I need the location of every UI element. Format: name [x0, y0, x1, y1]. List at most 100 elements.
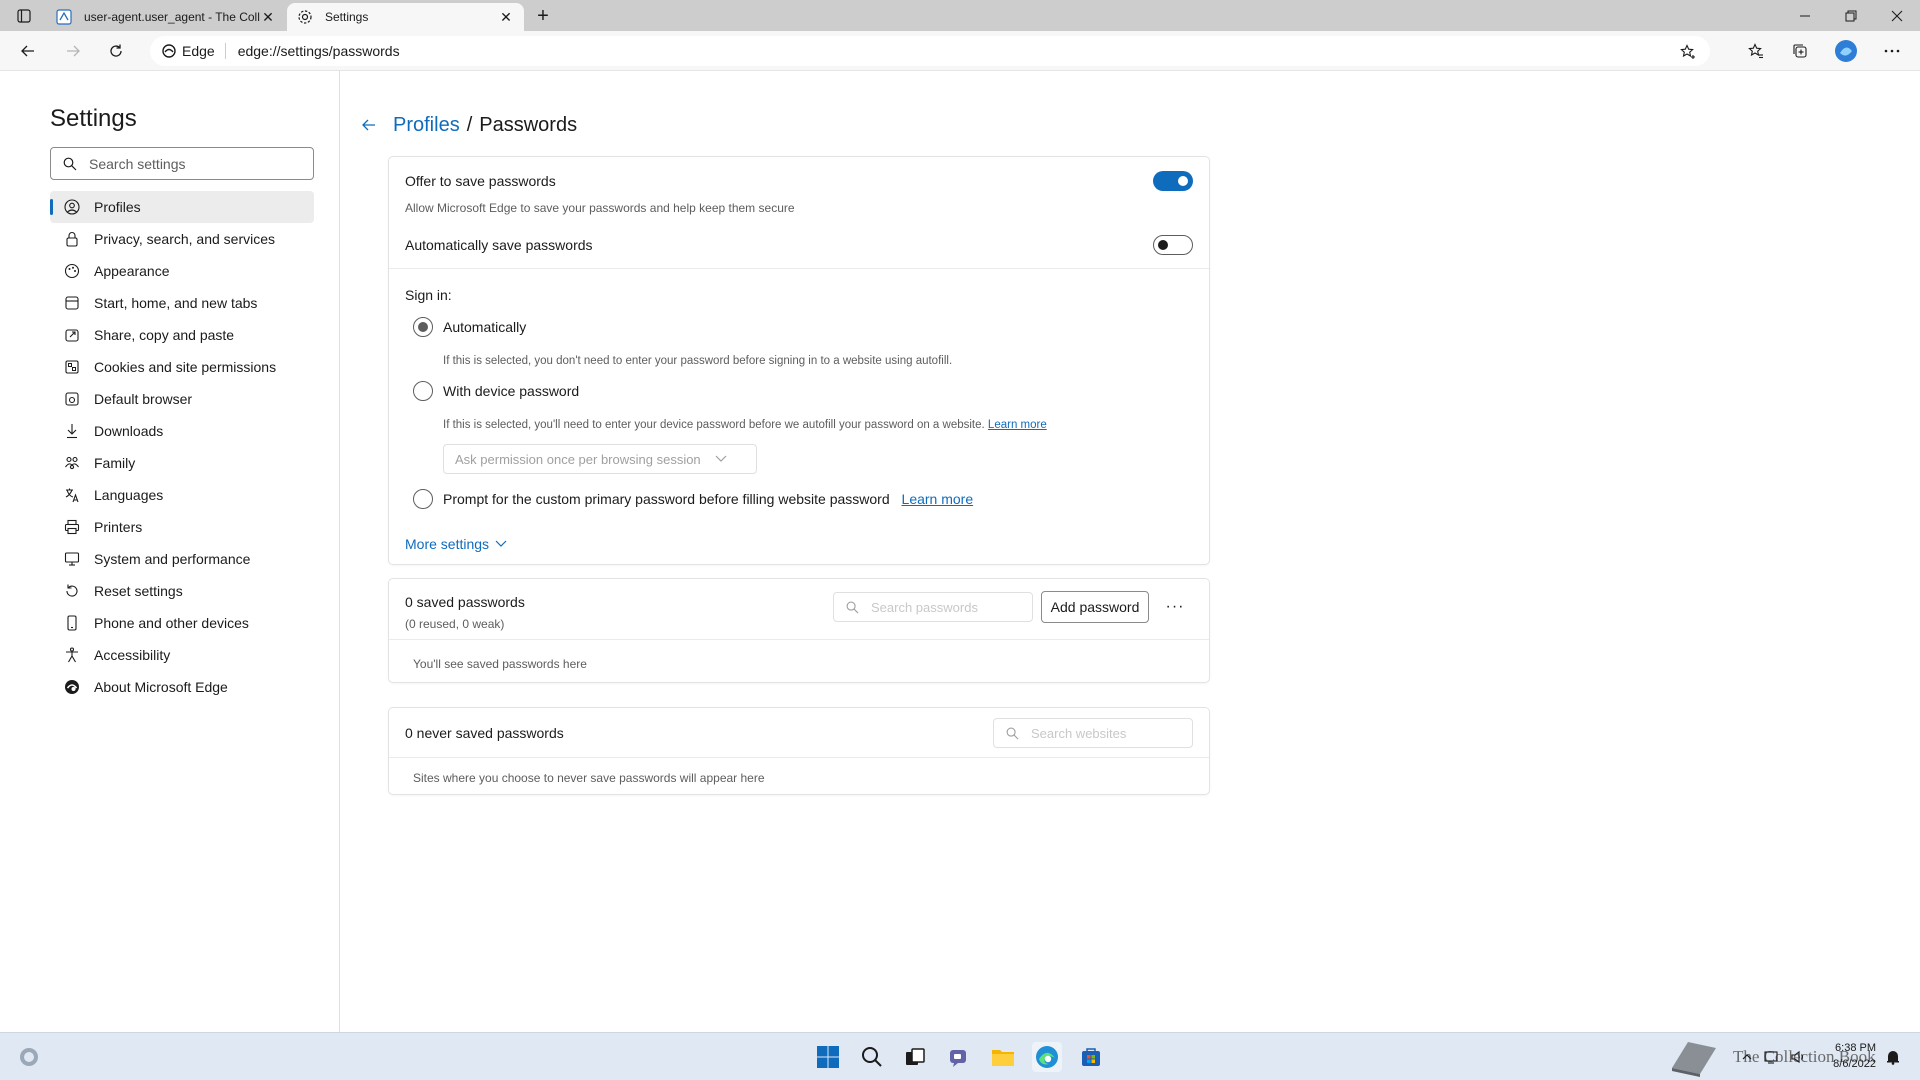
signin-automatically-radio[interactable]	[413, 317, 433, 337]
reset-icon	[64, 583, 80, 599]
store-button[interactable]	[1076, 1042, 1106, 1072]
device-password-learn-more-link[interactable]: Learn more	[988, 419, 1047, 431]
collections-icon	[1793, 44, 1807, 58]
notifications-button[interactable]	[1882, 1042, 1904, 1072]
profile-avatar-button[interactable]	[1832, 37, 1860, 65]
close-tab-icon[interactable]: ✕	[498, 9, 514, 25]
widgets-button[interactable]	[14, 1042, 44, 1072]
back-button[interactable]	[14, 37, 42, 65]
search-websites-input[interactable]	[1031, 725, 1181, 741]
tab-strip: user-agent.user_agent - The Coll ✕ Setti…	[0, 0, 1920, 31]
never-saved-empty-message: Sites where you choose to never save pas…	[413, 771, 765, 785]
folder-icon	[992, 1050, 1014, 1066]
sidebar-item-system[interactable]: System and performance	[50, 543, 314, 575]
clock-date[interactable]: 8/6/2022	[1814, 1058, 1876, 1070]
add-password-button[interactable]: Add password	[1041, 591, 1149, 623]
search-input[interactable]	[89, 155, 289, 172]
sidebar-item-appearance[interactable]: Appearance	[50, 255, 314, 287]
offer-save-description: Allow Microsoft Edge to save your passwo…	[405, 201, 795, 215]
clock-time[interactable]: 6:38 PM	[1814, 1042, 1876, 1054]
edge-taskbar-button[interactable]	[1032, 1042, 1062, 1072]
share-icon	[64, 327, 80, 343]
cookies-icon	[64, 359, 80, 375]
book-logo-icon	[1672, 1042, 1716, 1077]
sidebar-item-start-home[interactable]: Start, home, and new tabs	[50, 287, 314, 319]
restore-button[interactable]	[1828, 0, 1874, 31]
signin-device-password-radio[interactable]	[413, 381, 433, 401]
file-explorer-button[interactable]	[988, 1042, 1018, 1072]
system-icon	[64, 551, 80, 567]
volume-button[interactable]	[1788, 1042, 1810, 1072]
more-settings-toggle[interactable]: More settings	[405, 536, 507, 552]
sidebar-item-phone[interactable]: Phone and other devices	[50, 607, 314, 639]
search-icon	[862, 1047, 882, 1067]
download-icon	[64, 423, 80, 439]
languages-icon	[64, 487, 80, 503]
search-passwords[interactable]	[833, 592, 1033, 622]
store-icon	[1082, 1048, 1100, 1066]
close-window-button[interactable]	[1874, 0, 1920, 31]
sidebar-item-cookies[interactable]: Cookies and site permissions	[50, 351, 314, 383]
auto-save-toggle[interactable]	[1153, 235, 1193, 255]
more-options-button[interactable]: ···	[1161, 593, 1189, 621]
sidebar-item-family[interactable]: Family	[50, 447, 314, 479]
chevron-up-icon	[1742, 1054, 1752, 1060]
show-hidden-icons-button[interactable]	[1737, 1042, 1757, 1072]
settings-search[interactable]	[50, 147, 314, 180]
url-text[interactable]: edge://settings/passwords	[238, 43, 400, 59]
tab-settings[interactable]: Settings ✕	[287, 3, 524, 31]
breadcrumb-separator: /	[466, 113, 473, 136]
divider	[389, 757, 1209, 758]
sidebar-item-languages[interactable]: Languages	[50, 479, 314, 511]
collections-button[interactable]	[1786, 37, 1814, 65]
breadcrumb-profiles-link[interactable]: Profiles	[393, 114, 460, 137]
teams-chat-button[interactable]	[944, 1042, 974, 1072]
permission-frequency-dropdown: Ask permission once per browsing session	[443, 444, 757, 474]
sidebar-item-reset[interactable]: Reset settings	[50, 575, 314, 607]
sidebar-item-label: Start, home, and new tabs	[94, 295, 258, 311]
refresh-button[interactable]	[102, 37, 130, 65]
sidebar-item-share[interactable]: Share, copy and paste	[50, 319, 314, 351]
favorites-icon	[1748, 43, 1763, 59]
tab-user-agent[interactable]: user-agent.user_agent - The Coll ✕	[46, 3, 286, 31]
sidebar-item-downloads[interactable]: Downloads	[50, 415, 314, 447]
primary-password-learn-more-link[interactable]: Learn more	[902, 491, 974, 507]
sidebar-item-default-browser[interactable]: Default browser	[50, 383, 314, 415]
start-button[interactable]	[813, 1042, 843, 1072]
offer-save-toggle[interactable]	[1153, 171, 1193, 191]
signin-primary-password-radio[interactable]	[413, 489, 433, 509]
close-tab-icon[interactable]: ✕	[260, 9, 276, 25]
settings-and-more-button[interactable]	[1878, 37, 1906, 65]
search-button[interactable]	[857, 1042, 887, 1072]
page-title: Passwords	[479, 113, 578, 136]
breadcrumb: Profiles / Passwords	[357, 111, 577, 139]
back-to-profiles-button[interactable]	[357, 113, 381, 137]
search-websites[interactable]	[993, 718, 1193, 748]
tab-title: Settings	[325, 10, 369, 24]
sidebar-item-label: About Microsoft Edge	[94, 679, 228, 695]
sidebar-item-privacy[interactable]: Privacy, search, and services	[50, 223, 314, 255]
sidebar-item-about[interactable]: About Microsoft Edge	[50, 671, 314, 703]
minimize-button[interactable]	[1782, 0, 1828, 31]
avatar-icon	[1835, 40, 1857, 62]
site-identity-badge[interactable]: Edge	[150, 43, 226, 59]
sidebar-item-profiles[interactable]: Profiles	[50, 191, 314, 223]
new-tab-button[interactable]: +	[530, 4, 556, 28]
sidebar-item-label: Printers	[94, 519, 143, 535]
profile-icon	[64, 199, 80, 215]
task-view-button[interactable]	[900, 1042, 930, 1072]
address-bar[interactable]: Edge edge://settings/passwords	[150, 36, 1710, 66]
tab-actions-button[interactable]	[10, 6, 38, 26]
network-button[interactable]	[1761, 1042, 1783, 1072]
favorites-button[interactable]	[1742, 37, 1770, 65]
family-icon	[64, 455, 80, 471]
back-arrow-icon	[21, 45, 34, 57]
add-favorite-button[interactable]	[1678, 42, 1698, 62]
sidebar-item-printers[interactable]: Printers	[50, 511, 314, 543]
sidebar-item-accessibility[interactable]: Accessibility	[50, 639, 314, 671]
search-passwords-input[interactable]	[871, 599, 1021, 615]
offer-save-label: Offer to save passwords	[405, 173, 556, 189]
saved-passwords-empty-message: You'll see saved passwords here	[413, 657, 587, 671]
forward-button[interactable]	[59, 37, 87, 65]
saved-passwords-subtitle: (0 reused, 0 weak)	[405, 617, 505, 631]
